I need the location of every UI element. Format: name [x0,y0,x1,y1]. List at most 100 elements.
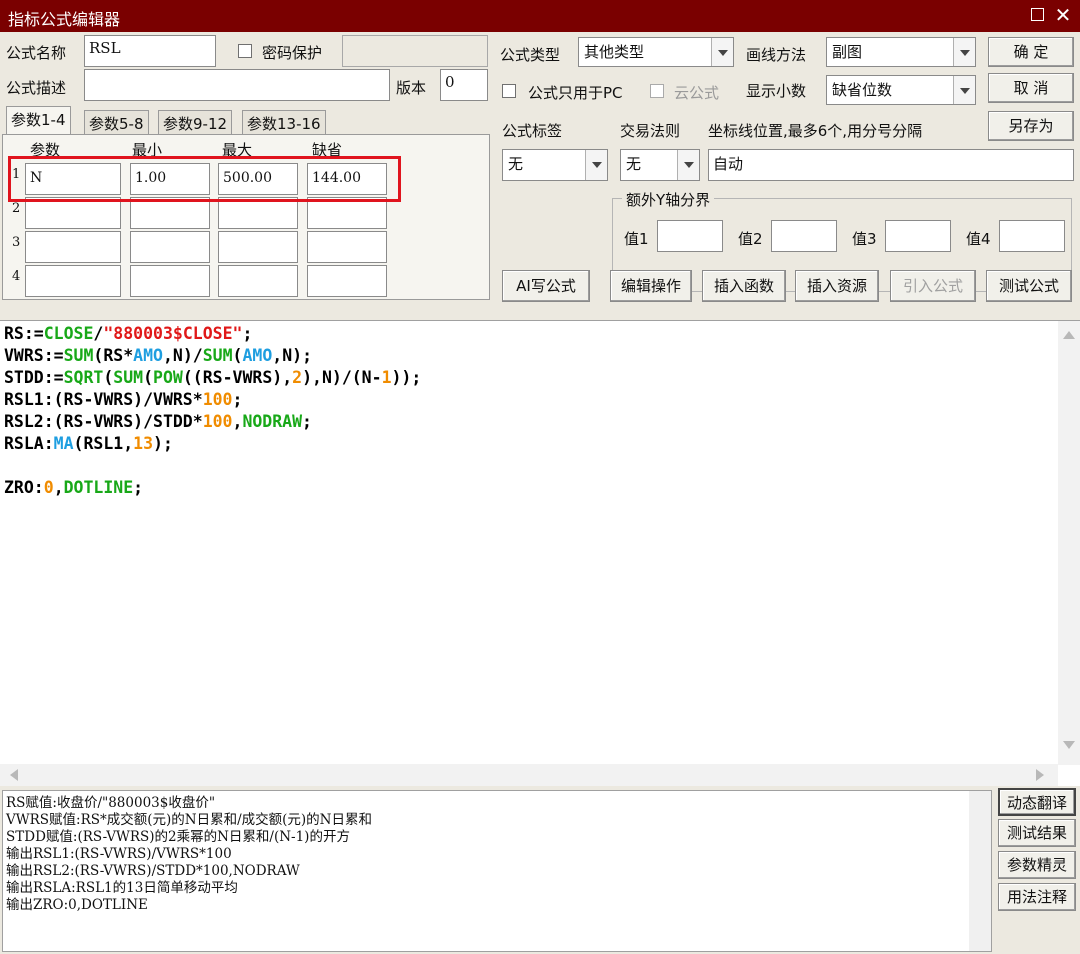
cancel-button[interactable]: 取 消 [988,73,1074,103]
window-title: 指标公式编辑器 [8,10,121,29]
cloud-checkbox [650,84,664,98]
y-value-2-input[interactable] [771,220,837,252]
code-line[interactable]: ZRO:0,DOTLINE; [4,477,421,499]
close-icon: ✕ [1054,3,1072,27]
password-checkbox[interactable] [238,44,252,58]
code-token: MA [53,434,74,453]
formula-desc-input[interactable] [84,69,390,101]
pc-only-label: 公式只用于PC [528,84,623,102]
code-token: ),N)/(N- [302,368,382,387]
param-4-max[interactable] [218,265,298,297]
decimals-select[interactable]: 缺省位数 [826,75,976,105]
param-3-name[interactable] [25,231,121,263]
translation-line: STDD赋值:(RS-VWRS)的2乘幂的N日累和/(N-1)的开方 [6,829,350,845]
insert-function-button[interactable]: 插入函数 [702,270,786,302]
insert-resource-button[interactable]: 插入资源 [795,270,879,302]
coord-line-input[interactable]: 自动 [708,149,1074,181]
code-line[interactable]: RSL2:(RS-VWRS)/STDD*100,NODRAW; [4,411,421,433]
version-input[interactable]: 0 [440,69,488,101]
code-token: RS:= [4,324,44,343]
scroll-up-icon[interactable] [1063,331,1075,339]
code-token: ; [232,390,243,409]
ai-write-button[interactable]: AI写公式 [502,270,590,302]
trade-rule-select[interactable]: 无 [620,149,700,181]
password-input [342,35,488,67]
draw-method-label: 画线方法 [746,46,807,64]
tab-params-5-8[interactable]: 参数5-8 [84,110,149,134]
save-as-button[interactable]: 另存为 [988,111,1074,141]
y-value-4-label: 值4 [966,230,991,248]
translation-line: 输出RSL1:(RS-VWRS)/VWRS*100 [6,846,232,862]
import-formula-button: 引入公式 [890,270,976,302]
code-line[interactable] [4,455,421,477]
password-label: 密码保护 [262,44,323,62]
test-formula-button[interactable]: 测试公式 [986,270,1072,302]
close-button[interactable]: ✕ [1052,4,1074,26]
code-token: ,N)/ [162,346,203,365]
vertical-scrollbar[interactable] [1058,321,1080,765]
param-4-name[interactable] [25,265,121,297]
draw-method-select[interactable]: 副图 [826,37,976,67]
maximize-button[interactable] [1026,4,1048,26]
code-token: , [53,478,64,497]
code-token: ( [232,346,243,365]
dynamic-translate-button[interactable]: 动态翻译 [998,788,1076,816]
translation-text: RS赋值:收盘价/"880003$收盘价" VWRS赋值:RS*成交额(元)的N日… [6,795,372,914]
ok-button[interactable]: 确 定 [988,37,1074,67]
tab-params-1-4[interactable]: 参数1-4 [6,106,71,135]
code-token: ZRO: [4,478,44,497]
extra-y-axis-label: 额外Y轴分界 [622,189,715,210]
param-wizard-button[interactable]: 参数精灵 [998,851,1076,879]
code-token: (RSL1, [73,434,134,453]
code-line[interactable]: STDD:=SQRT(SUM(POW((RS-VWRS),2),N)/(N-1)… [4,367,421,389]
formula-tag-select[interactable]: 无 [502,149,608,181]
edit-ops-button[interactable]: 编辑操作 [610,270,692,302]
param-4-default[interactable] [307,265,387,297]
code-token: RSL1:(RS-VWRS)/VWRS* [4,390,203,409]
scroll-right-icon[interactable] [1036,769,1044,781]
y-value-2-label: 值2 [738,230,763,248]
code-token: 100 [202,390,233,409]
pc-only-checkbox[interactable] [502,84,516,98]
formula-type-label: 公式类型 [500,46,561,64]
param-4-min[interactable] [130,265,210,297]
code-token: SUM [113,368,144,387]
decimals-value: 缺省位数 [832,81,893,99]
chevron-down-icon [953,38,975,66]
formula-name-input[interactable]: RSL [84,35,216,67]
code-editor[interactable]: RS:=CLOSE/"880003$CLOSE"; VWRS:=SUM(RS*AM… [0,320,1080,786]
formula-name-label: 公式名称 [6,44,67,62]
code-line[interactable]: RSL1:(RS-VWRS)/VWRS*100; [4,389,421,411]
code-token: (RS* [93,346,134,365]
code-token: NODRAW [242,412,303,431]
code-token: CLOSE [43,324,94,343]
scroll-down-icon[interactable] [1063,741,1075,749]
row-number: 3 [12,235,21,250]
code-line[interactable]: RS:=CLOSE/"880003$CLOSE"; [4,323,421,345]
usage-notes-button[interactable]: 用法注释 [998,883,1076,911]
formula-type-select[interactable]: 其他类型 [578,37,734,67]
code-token: RSLA: [4,434,54,453]
y-value-4-input[interactable] [999,220,1065,252]
translation-pane[interactable]: RS赋值:收盘价/"880003$收盘价" VWRS赋值:RS*成交额(元)的N日… [2,790,992,952]
draw-method-value: 副图 [832,43,863,61]
translation-scrollbar[interactable] [969,791,991,951]
code-token: STDD:= [4,368,64,387]
chevron-down-icon [677,150,699,180]
param-3-max[interactable] [218,231,298,263]
code-token: , [232,412,243,431]
param-3-min[interactable] [130,231,210,263]
horizontal-scrollbar[interactable] [0,764,1058,786]
code-line[interactable]: VWRS:=SUM(RS*AMO,N)/SUM(AMO,N); [4,345,421,367]
param-3-default[interactable] [307,231,387,263]
code-line[interactable]: RSLA:MA(RSL1,13); [4,433,421,455]
code-text[interactable]: RS:=CLOSE/"880003$CLOSE"; VWRS:=SUM(RS*AM… [4,323,421,499]
y-value-1-input[interactable] [657,220,723,252]
code-token: / [93,324,104,343]
code-token: 0 [43,478,54,497]
scroll-left-icon[interactable] [10,769,18,781]
y-value-3-input[interactable] [885,220,951,252]
test-result-button[interactable]: 测试结果 [998,819,1076,847]
tab-params-13-16[interactable]: 参数13-16 [242,110,326,134]
tab-params-9-12[interactable]: 参数9-12 [158,110,233,134]
